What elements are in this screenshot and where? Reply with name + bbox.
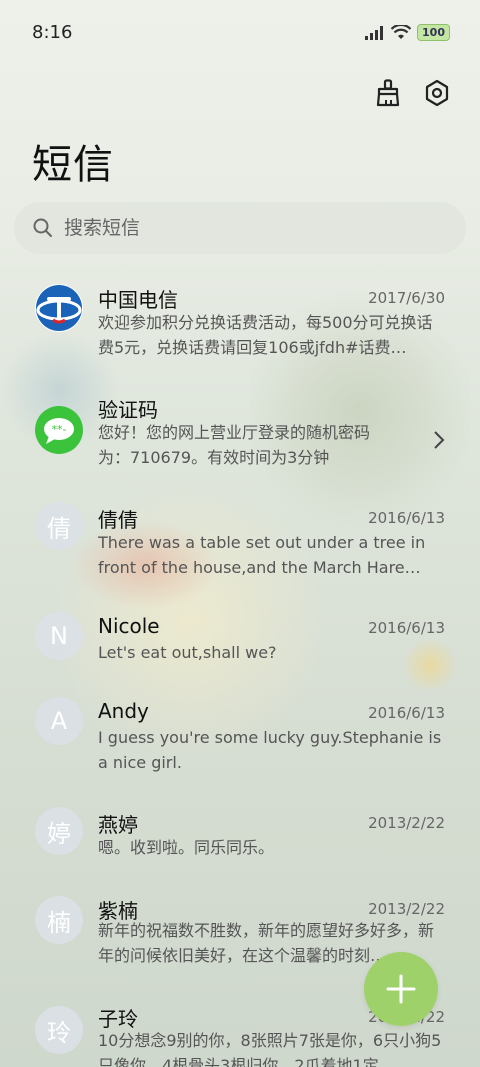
conversation-name: 中国电信 [98, 288, 178, 312]
chevron-right-icon [434, 431, 445, 449]
status-time: 8:16 [32, 22, 73, 43]
conversation-preview: 10分想念9别的你，8张照片7张是你，6只小狗5只像你，4根骨头3根归你，2爪着… [98, 1031, 442, 1067]
avatar: 倩 [35, 502, 83, 550]
conversation-preview: 您好！您的网上营业厅登录的随机密码为：710679。有效时间为3分钟 [98, 423, 371, 467]
conversation-date: 2017/6/30 [368, 289, 445, 307]
conversation-name: 倩倩 [98, 508, 138, 532]
conversation-preview: 欢迎参加积分兑换话费活动，每500分可兑换话费5元，兑换话费请回复106或jfd… [98, 313, 433, 357]
settings-button[interactable] [422, 78, 452, 108]
conversation-item[interactable]: N Nicole 2016/6/13 Let's eat out,shall w… [0, 600, 480, 680]
conversation-date: 2016/6/13 [368, 704, 445, 722]
conversation-name: Andy [98, 699, 149, 723]
message-bubble-icon: **- [35, 406, 83, 454]
messages-screen: 8:16 100 短信 搜索短信 中国电信 2017/6/30 欢迎参加积分兑换… [0, 0, 480, 1067]
top-actions [374, 78, 452, 108]
avatar: 婷 [35, 807, 83, 855]
telecom-logo-icon [35, 284, 83, 332]
conversation-item[interactable]: 婷 燕婷 2013/2/22 嗯。收到啦。同乐同乐。 [0, 795, 480, 880]
conversation-item[interactable]: 倩 倩倩 2016/6/13 There was a table set out… [0, 490, 480, 595]
plus-icon [386, 974, 416, 1004]
conversation-preview: Let's eat out,shall we? [98, 643, 277, 662]
new-message-button[interactable] [364, 952, 438, 1026]
brush-icon [376, 79, 400, 107]
conversation-name: 验证码 [98, 398, 158, 422]
conversation-date: 2013/2/22 [368, 814, 445, 832]
page-title: 短信 [32, 142, 114, 188]
status-bar: 8:16 100 [0, 0, 480, 64]
avatar: 玲 [35, 1006, 83, 1054]
search-bar[interactable] [14, 202, 466, 254]
search-icon [33, 218, 52, 237]
gear-icon [425, 79, 449, 107]
status-icons: 100 [365, 24, 450, 41]
conversation-name: Nicole [98, 614, 160, 638]
conversation-item-verification[interactable]: **- 验证码 您好！您的网上营业厅登录的随机密码为：710679。有效时间为3… [0, 380, 480, 485]
search-input[interactable] [62, 216, 426, 240]
signal-icon [365, 25, 384, 40]
conversation-preview: 嗯。收到啦。同乐同乐。 [98, 838, 275, 857]
wifi-icon [391, 24, 412, 39]
conversation-preview: I guess you're some lucky guy.Stephanie … [98, 728, 442, 772]
avatar: A [35, 697, 83, 745]
avatar: N [35, 612, 83, 660]
avatar: 楠 [35, 896, 83, 944]
conversation-item[interactable]: A Andy 2016/6/13 I guess you're some luc… [0, 685, 480, 790]
conversation-name: 燕婷 [98, 813, 138, 837]
conversation-date: 2016/6/13 [368, 509, 445, 527]
svg-text:**-: **- [52, 423, 67, 436]
conversation-date: 2016/6/13 [368, 619, 445, 637]
conversation-item-telecom[interactable]: 中国电信 2017/6/30 欢迎参加积分兑换话费活动，每500分可兑换话费5元… [0, 270, 480, 375]
clean-brush-button[interactable] [374, 78, 404, 108]
battery-indicator: 100 [417, 24, 450, 41]
conversation-date: 2013/2/22 [368, 900, 445, 918]
conversation-preview: There was a table set out under a tree i… [98, 533, 426, 577]
